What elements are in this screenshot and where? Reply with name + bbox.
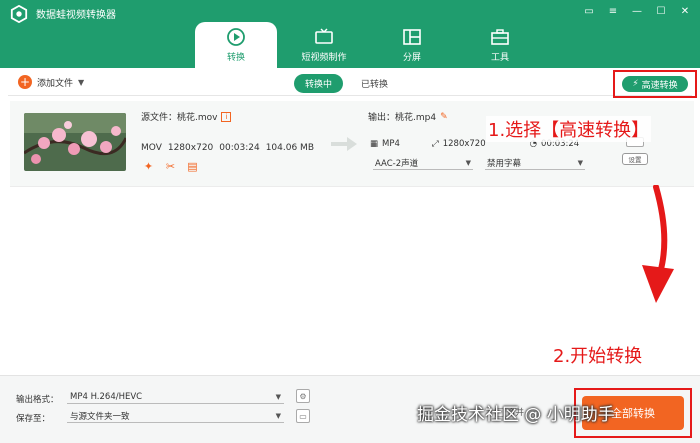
- subtitle-select[interactable]: 禁用字幕 ▼: [485, 156, 585, 170]
- app-logo-icon: [10, 5, 28, 23]
- toolbox-icon: [491, 29, 509, 45]
- subtitle-value: 禁用字幕: [487, 158, 522, 169]
- output-file-name: 输出：桃花.mp4: [368, 113, 437, 123]
- tab-converting[interactable]: 转换中: [294, 74, 344, 93]
- save-to-value: 与源文件夹一致: [70, 411, 130, 422]
- restore-icon[interactable]: ▭: [582, 4, 596, 18]
- annotation-step-2: 2.开始转换: [553, 346, 643, 367]
- scissors-icon[interactable]: ✂: [164, 160, 177, 173]
- tab-split-screen[interactable]: 分屏: [371, 22, 453, 68]
- output-resolution: 1280x720: [442, 139, 486, 149]
- audio-track-select[interactable]: AAC-2声道 ▼: [373, 156, 473, 170]
- chevron-down-icon: ▼: [465, 158, 471, 167]
- output-format-value: MP4 H.264/HEVC: [70, 391, 143, 402]
- folder-icon[interactable]: ▭: [296, 409, 310, 423]
- watermark: 掘金技术社区 @ 小明助手: [417, 405, 615, 425]
- fast-convert-highlight: ⚡ 高速转换: [613, 70, 697, 98]
- output-format-select[interactable]: MP4 H.264/HEVC ▼: [67, 390, 284, 404]
- lightning-icon: ⚡: [632, 79, 639, 89]
- save-to-select[interactable]: 与源文件夹一致 ▼: [67, 409, 284, 423]
- annotation-step-1: 1.选择【高速转换】: [486, 116, 652, 142]
- file-toolbar: + 添加文件 ▼ 转换中 已转换 ⚡ 高速转换: [8, 70, 697, 98]
- output-file: 输出：桃花.mp4 ✎: [368, 110, 448, 124]
- edit-tools: ✦ ✂ ▤: [142, 160, 199, 173]
- info-icon[interactable]: i: [221, 111, 232, 122]
- window-controls: ▭ ≡ — ☐ ✕: [582, 4, 692, 18]
- title-bar: 数据蛙视频转换器 ▭ ≡ — ☐ ✕ 转换 短视频制作 分屏 工具: [0, 0, 700, 68]
- chevron-down-icon: ▼: [275, 411, 281, 420]
- maximize-icon[interactable]: ☐: [654, 4, 668, 18]
- tab-converted[interactable]: 已转换: [361, 77, 388, 90]
- tab-convert[interactable]: 转换: [195, 22, 277, 68]
- source-resolution: 1280x720: [167, 143, 214, 153]
- fast-convert-button[interactable]: ⚡ 高速转换: [622, 76, 688, 92]
- add-file-button[interactable]: + 添加文件 ▼: [18, 75, 84, 89]
- chevron-down-icon: ▼: [275, 392, 281, 401]
- source-file-name: 源文件：桃花.mov: [141, 113, 218, 123]
- pencil-icon[interactable]: ✎: [440, 112, 448, 122]
- output-format-label: 输出格式：: [16, 395, 59, 405]
- magic-wand-icon[interactable]: ✦: [142, 160, 155, 173]
- plus-icon: +: [18, 75, 32, 89]
- chevron-down-icon: ▼: [577, 158, 583, 167]
- edit-icon[interactable]: ▤: [186, 160, 199, 173]
- tab-label: 短视频制作: [301, 53, 347, 63]
- main-tabs: 转换 短视频制作 分屏 工具: [195, 22, 547, 68]
- arrow-right-icon: [331, 137, 357, 151]
- save-to-label: 保存至：: [16, 414, 51, 424]
- app-title: 数据蛙视频转换器: [36, 10, 116, 21]
- source-size: 104.06 MB: [265, 143, 314, 153]
- tab-label: 工具: [490, 53, 509, 63]
- red-arrow-icon: [642, 185, 674, 303]
- fast-convert-label: 高速转换: [641, 80, 678, 91]
- output-format: MP4: [382, 139, 400, 149]
- tab-short-video[interactable]: 短视频制作: [283, 22, 365, 68]
- settings-button[interactable]: 设置: [622, 153, 648, 165]
- tab-label: 转换: [226, 53, 245, 63]
- tab-label: 分屏: [402, 53, 421, 63]
- status-switch: 转换中 已转换: [294, 74, 388, 93]
- audio-track-value: AAC-2声道: [375, 158, 419, 169]
- format-settings-icon[interactable]: ⚙: [296, 389, 310, 403]
- resize-icon: ⤢: [431, 139, 439, 149]
- add-file-label: 添加文件: [37, 78, 74, 89]
- source-format: MOV: [141, 143, 162, 153]
- source-meta: MOV 1280x720 00:03:24 104.06 MB: [141, 143, 314, 153]
- source-file: 源文件：桃花.mov i: [141, 110, 232, 123]
- split-screen-icon: [403, 29, 421, 45]
- tab-tools[interactable]: 工具: [459, 22, 541, 68]
- film-icon: ▦: [370, 139, 379, 149]
- tv-icon: [315, 28, 333, 44]
- menu-icon[interactable]: ≡: [606, 4, 620, 18]
- video-thumbnail: [24, 113, 126, 171]
- close-icon[interactable]: ✕: [678, 4, 692, 18]
- file-item: 源文件：桃花.mov i MOV 1280x720 00:03:24 104.0…: [10, 101, 694, 187]
- source-duration: 00:03:24: [219, 143, 260, 153]
- minimize-icon[interactable]: —: [630, 4, 644, 18]
- convert-icon: [227, 28, 245, 46]
- chevron-down-icon[interactable]: ▼: [78, 78, 84, 87]
